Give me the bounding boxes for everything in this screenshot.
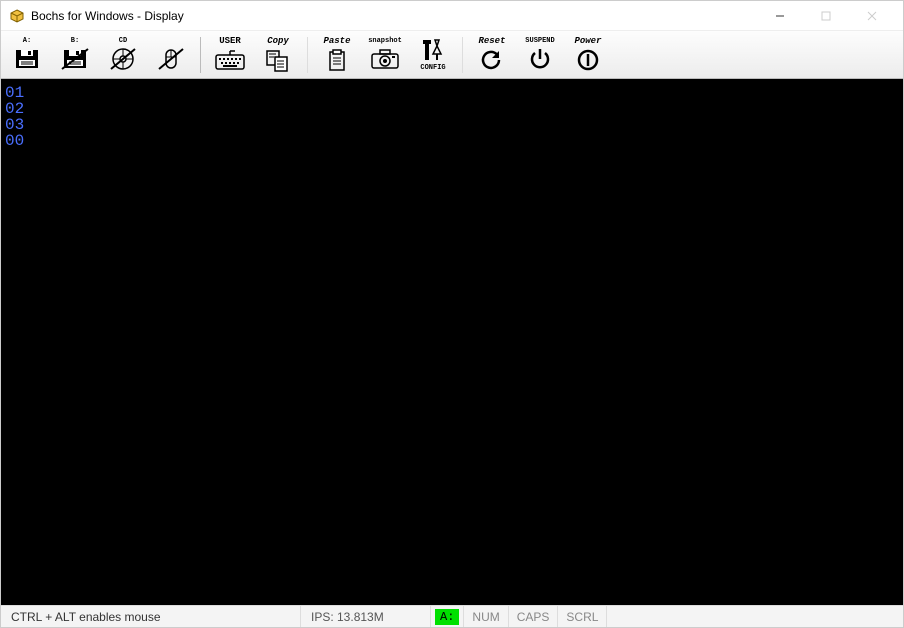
suspend-icon [525,46,555,72]
toolbar-separator [200,37,201,73]
paste-icon [322,47,352,73]
reset-label: Reset [478,37,505,46]
statusbar: CTRL + ALT enables mouse IPS: 13.813M A:… [1,605,903,627]
close-button[interactable] [849,1,895,31]
window-controls [757,1,895,31]
snapshot-label: snapshot [368,38,402,45]
floppy-a-icon [12,46,42,72]
drive-a-indicator: A: [435,609,459,625]
copy-icon [263,47,293,73]
toolbar-separator [462,37,463,73]
capslock-indicator: CAPS [509,606,559,627]
status-drive: A: [431,606,464,627]
paste-label: Paste [323,37,350,46]
floppy-b-icon [60,46,90,72]
user-button[interactable]: USER [208,34,252,76]
cdrom-button[interactable]: CD [101,34,145,76]
display-line: 01 [5,85,899,101]
app-window: Bochs for Windows - Display A: B: [0,0,904,628]
numlock-indicator: NUM [464,606,508,627]
suspend-label: SUSPEND [525,38,554,45]
maximize-button[interactable] [803,1,849,31]
status-ips: IPS: 13.813M [301,606,431,627]
mouse-label [169,38,173,45]
toolbar-separator [307,37,308,73]
mouse-button[interactable] [149,34,193,76]
minimize-button[interactable] [757,1,803,31]
paste-button[interactable]: Paste [315,34,359,76]
floppy-a-button[interactable]: A: [5,34,49,76]
copy-label: Copy [267,37,289,46]
keyboard-icon [215,47,245,73]
display-line: 03 [5,117,899,133]
cdrom-label: CD [119,38,127,45]
display-line: 00 [5,133,899,149]
toolbar: A: B: CD USER [1,31,903,79]
display-line: 02 [5,101,899,117]
reset-icon [477,47,507,73]
config-label: CONFIG [420,65,445,72]
power-label: Power [574,37,601,46]
emulator-display[interactable]: 01 02 03 00 [1,79,903,605]
app-icon [9,8,25,24]
camera-icon [370,46,400,72]
cdrom-icon [108,46,138,72]
snapshot-button[interactable]: snapshot [363,34,407,76]
status-message: CTRL + ALT enables mouse [1,606,301,627]
titlebar: Bochs for Windows - Display [1,1,903,31]
copy-button[interactable]: Copy [256,34,300,76]
user-label: USER [219,37,241,46]
floppy-b-label: B: [71,38,79,45]
floppy-a-label: A: [23,38,31,45]
config-icon [418,37,448,65]
floppy-b-button[interactable]: B: [53,34,97,76]
reset-button[interactable]: Reset [470,34,514,76]
scrolllock-indicator: SCRL [558,606,607,627]
suspend-button[interactable]: SUSPEND [518,34,562,76]
power-icon [573,47,603,73]
config-button[interactable]: CONFIG [411,34,455,76]
mouse-icon [156,46,186,72]
window-title: Bochs for Windows - Display [31,9,757,23]
power-button[interactable]: Power [566,34,610,76]
